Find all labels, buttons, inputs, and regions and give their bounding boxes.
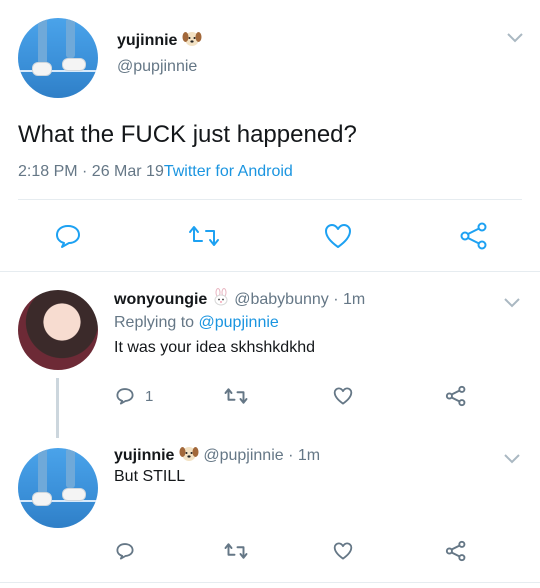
- reply-text: It was your idea skhshkdkhd: [114, 339, 315, 356]
- avatar[interactable]: [18, 18, 98, 98]
- divider: [18, 199, 522, 200]
- replying-to-handle[interactable]: @pupjinnie: [199, 314, 279, 331]
- reply-header: yujinnie @pupjinnie · 1m: [114, 444, 320, 468]
- like-icon[interactable]: [324, 223, 352, 249]
- avatar[interactable]: [18, 290, 98, 370]
- display-name-row: yujinnie: [117, 29, 202, 53]
- display-name[interactable]: yujinnie: [117, 32, 177, 49]
- tweet-text: What the FUCK just happened?: [18, 121, 357, 148]
- reply-icon[interactable]: [115, 542, 135, 560]
- share-icon[interactable]: [459, 222, 489, 250]
- divider: [0, 271, 540, 272]
- retweet-icon[interactable]: [188, 224, 220, 248]
- reply-header: wonyoungie @babybunny · 1m: [114, 288, 365, 312]
- handle[interactable]: @babybunny: [234, 291, 329, 308]
- source-link[interactable]: Twitter for Android: [164, 163, 293, 180]
- reply-text: But STILL: [114, 468, 186, 485]
- rabbit-face-icon: [212, 288, 230, 312]
- reply-icon[interactable]: [54, 223, 82, 249]
- divider: [0, 582, 540, 583]
- thread-line: [56, 378, 59, 438]
- retweet-icon[interactable]: [224, 387, 248, 405]
- retweet-icon[interactable]: [224, 542, 248, 560]
- replying-to-label: Replying to: [114, 314, 199, 331]
- share-icon[interactable]: [445, 385, 467, 407]
- chevron-down-icon[interactable]: [503, 297, 521, 309]
- chevron-down-icon[interactable]: [506, 32, 524, 44]
- timestamp: · 1m: [288, 447, 321, 464]
- handle[interactable]: @pupjinnie: [203, 447, 283, 464]
- share-icon[interactable]: [445, 540, 467, 562]
- timestamp: 2:18 PM · 26 Mar 19: [18, 163, 164, 180]
- dog-face-icon: [182, 29, 202, 53]
- reply-icon[interactable]: [115, 387, 135, 405]
- chevron-down-icon[interactable]: [503, 453, 521, 465]
- handle[interactable]: @pupjinnie: [117, 57, 197, 77]
- dog-face-icon: [179, 444, 199, 468]
- display-name[interactable]: yujinnie: [114, 447, 174, 464]
- reply-count: 1: [145, 388, 154, 405]
- like-icon[interactable]: [333, 542, 353, 560]
- display-name[interactable]: wonyoungie: [114, 291, 207, 308]
- avatar[interactable]: [18, 448, 98, 528]
- replying-to: Replying to @pupjinnie: [114, 313, 279, 333]
- timestamp: · 1m: [333, 291, 366, 308]
- tweet-meta: 2:18 PM · 26 Mar 19Twitter for Android: [18, 162, 293, 182]
- like-icon[interactable]: [333, 387, 353, 405]
